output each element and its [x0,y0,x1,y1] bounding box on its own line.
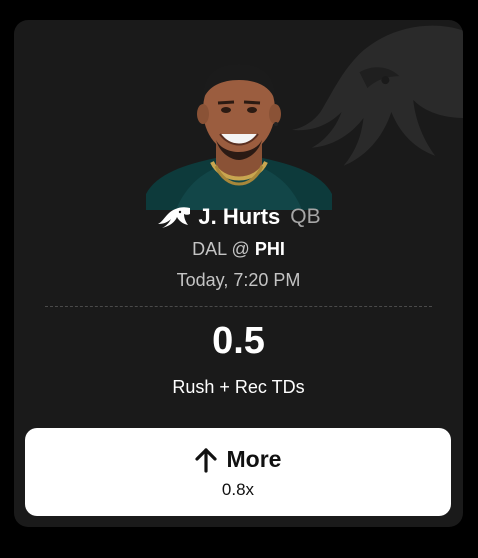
more-button[interactable]: More 0.8x [25,428,451,516]
more-label: More [226,446,282,472]
player-position: QB [290,205,321,228]
eagles-logo-icon [158,207,191,228]
payout-multiplier: 0.8x [221,480,255,499]
projection-line: 0.5 [212,320,265,362]
matchup: DAL @ PHI [14,239,463,260]
player-headshot [146,64,332,210]
matchup-separator: @ [231,239,250,259]
home-team: PHI [254,239,285,259]
arrow-up-icon [194,447,217,473]
player-name: J. Hurts [198,204,281,229]
away-team: DAL [192,239,227,259]
projection-card[interactable]: J. Hurts QB DAL @ PHI Today, 7:20 PM 0.5… [14,20,463,527]
more-button-content: More [25,446,451,473]
game-time: Today, 7:20 PM [176,270,301,290]
stat-type: Rush + Rec TDs [172,377,305,397]
dashed-divider [45,306,432,307]
player-name-row: J. Hurts QB [14,202,463,232]
